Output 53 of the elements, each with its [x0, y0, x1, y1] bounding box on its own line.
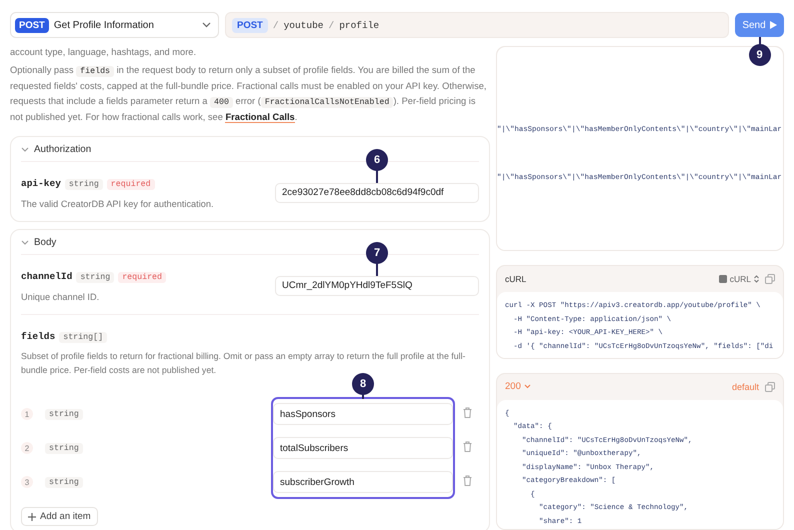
endpoint-select[interactable]: POST Get Profile Information — [10, 12, 219, 38]
trash-icon[interactable] — [462, 441, 472, 452]
path-text: profile — [339, 20, 380, 30]
terminal-icon — [718, 275, 727, 284]
response-label: default — [732, 382, 759, 392]
type-tag: string — [45, 476, 83, 488]
type-tag: string[] — [59, 332, 108, 343]
type-tag: string — [45, 408, 83, 420]
panel-title: cURL — [505, 274, 526, 284]
chevron-down-icon — [21, 146, 29, 152]
param-name: api-key — [21, 178, 61, 189]
description-paragraph: Optionally pass fields in the request body to return only a subset of profile fields. You are billed the sum of the requested fields' costs, capped at the full-bundle price. Fractional calls must be enabled on your API key. Otherwise, requests that include a fields parameter return a 400 error ( FractionalCallsNotEnabled ). Per-field pricing is not published yet. For how fractional calls work, see Fractional Calls. — [10, 64, 488, 125]
callout-badge: 6 — [366, 148, 388, 170]
chevron-down-icon — [524, 384, 531, 390]
item-index: 3 — [21, 476, 33, 488]
param-description: The valid CreatorDB API key for authentication. — [21, 198, 215, 211]
param-description: Unique channel ID. — [21, 291, 100, 304]
sort-icon — [754, 275, 759, 284]
trash-icon[interactable] — [462, 407, 472, 418]
type-tag: string — [45, 442, 83, 454]
method-badge: POST — [15, 18, 49, 32]
required-tag: required — [118, 272, 166, 283]
chevron-down-icon — [21, 240, 29, 244]
callout-badge: 7 — [366, 242, 388, 264]
path-separator: / — [328, 20, 334, 30]
path-separator: / — [272, 20, 279, 30]
url-bar[interactable]: POST / youtube / profile — [225, 12, 729, 38]
plus-icon — [28, 512, 36, 520]
param-name: channelId — [21, 271, 72, 282]
fractional-calls-link[interactable]: Fractional Calls — [225, 112, 295, 123]
item-index: 2 — [21, 442, 33, 454]
play-icon — [770, 21, 777, 29]
type-tag: string — [76, 272, 114, 283]
param-name: fields — [21, 331, 56, 342]
callout-badge: 8 — [352, 373, 374, 395]
trash-icon[interactable] — [462, 475, 472, 486]
add-item-button[interactable]: Add an item — [21, 507, 98, 526]
language-select[interactable]: cURL — [718, 274, 759, 284]
copy-icon[interactable] — [765, 274, 775, 284]
input-field[interactable]: hasSponsors — [273, 403, 453, 425]
item-index: 1 — [21, 408, 33, 420]
input-field[interactable]: UCmr_2dlYM0pYHdl9TeF5SlQ — [275, 276, 479, 296]
required-tag: required — [106, 179, 155, 190]
description-text: account type, language, hashtags, and more. — [10, 47, 198, 58]
method-badge: POST — [232, 18, 268, 32]
input-field[interactable]: 2ce93027e78ee8dd8cb08c6d94f9c0df — [275, 182, 479, 202]
endpoint-name: Get Profile Information — [54, 20, 155, 30]
copy-icon[interactable] — [765, 382, 775, 392]
input-field[interactable]: totalSubscribers — [273, 437, 453, 459]
path-text: youtube — [284, 20, 324, 30]
chevron-down-icon — [202, 22, 211, 28]
input-field[interactable]: subscriberGrowth — [273, 471, 453, 493]
type-tag: string — [64, 179, 103, 190]
